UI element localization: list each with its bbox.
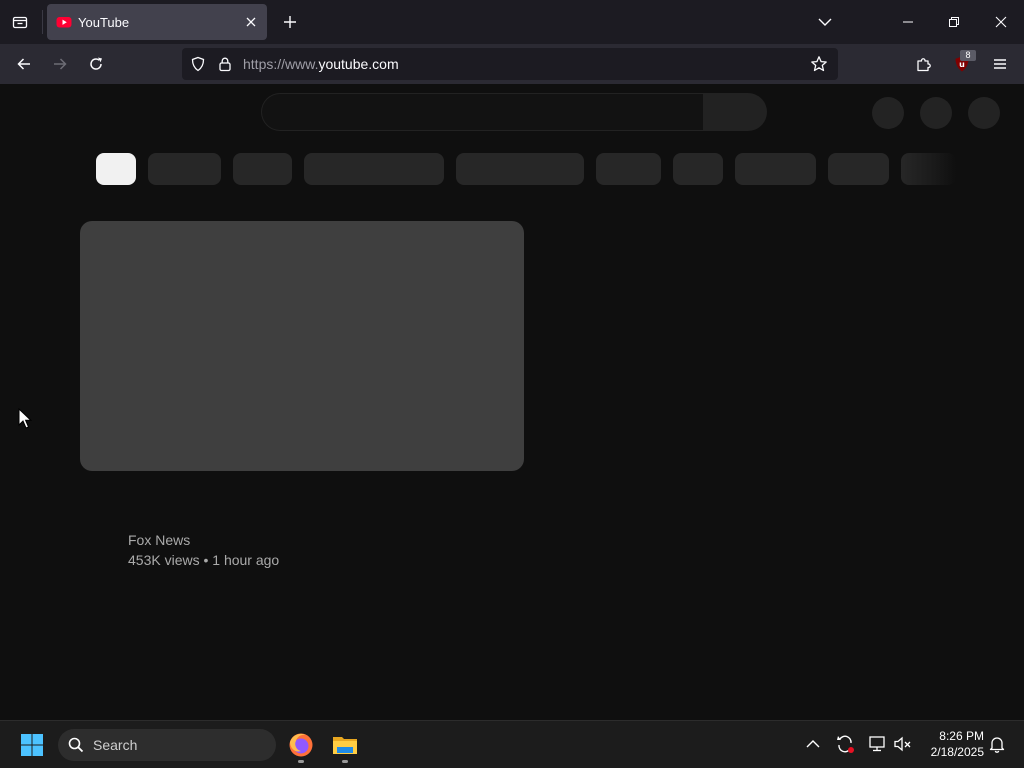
video-thumbnail[interactable] — [80, 221, 524, 471]
clock-time: 8:26 PM — [939, 729, 984, 743]
volume-muted-icon[interactable] — [892, 733, 914, 755]
navigation-toolbar: https://www.youtube.com u — [0, 44, 1024, 84]
url-text[interactable]: https://www.youtube.com — [243, 56, 399, 72]
close-icon[interactable] — [239, 10, 263, 34]
plus-icon[interactable] — [276, 8, 304, 36]
chip-skeleton[interactable] — [828, 153, 889, 185]
url-domain: youtube.com — [318, 56, 399, 72]
search-button-skeleton[interactable] — [703, 93, 767, 131]
arrow-left-icon[interactable] — [8, 48, 40, 80]
taskbar-search[interactable]: Search — [58, 729, 276, 761]
reload-icon[interactable] — [80, 48, 112, 80]
screen: YouTube https://www.youtube.com u 8 Fox … — [0, 0, 1024, 768]
taskbar: Search 8:26 PM 2/18/2025 — [0, 720, 1024, 768]
chip-skeleton-active[interactable] — [96, 153, 136, 185]
svg-text:u: u — [959, 60, 965, 69]
chip-skeleton[interactable] — [304, 153, 444, 185]
network-icon[interactable] — [866, 733, 888, 755]
hamburger-icon[interactable] — [984, 48, 1016, 80]
avatar-skeleton — [872, 97, 904, 129]
video-channel-name[interactable]: Fox News — [128, 532, 190, 548]
close-window-icon[interactable] — [978, 0, 1024, 44]
tab-bar: YouTube — [0, 0, 1024, 44]
chip-skeleton[interactable] — [456, 153, 584, 185]
video-stats: 453K views • 1 hour ago — [128, 552, 280, 568]
chevron-up-icon[interactable] — [802, 733, 824, 755]
chevron-down-icon[interactable] — [810, 8, 840, 36]
shield-icon[interactable] — [190, 56, 206, 72]
url-prefix: https://www. — [243, 56, 319, 72]
sync-icon[interactable] — [834, 733, 856, 755]
mouse-pointer-icon — [18, 407, 33, 430]
extension-badge: 8 — [960, 50, 976, 61]
page-content: Fox News 453K views • 1 hour ago — [0, 84, 1024, 720]
chip-bar — [96, 153, 956, 185]
taskbar-search-label: Search — [93, 737, 138, 753]
chip-skeleton[interactable] — [673, 153, 723, 185]
chip-skeleton[interactable] — [735, 153, 816, 185]
youtube-favicon-icon — [56, 14, 72, 30]
tab-title: YouTube — [78, 14, 130, 30]
minimize-icon[interactable] — [885, 0, 931, 44]
chip-skeleton[interactable] — [233, 153, 292, 185]
puzzle-icon[interactable] — [908, 48, 940, 80]
chip-skeleton[interactable] — [901, 153, 956, 185]
arrow-right-icon[interactable] — [44, 48, 76, 80]
url-bar[interactable]: https://www.youtube.com — [182, 48, 838, 80]
restore-icon[interactable] — [931, 0, 977, 44]
search-icon — [68, 737, 84, 753]
tab-separator — [42, 10, 43, 34]
star-icon[interactable] — [809, 54, 829, 74]
file-explorer-taskbar-icon[interactable] — [327, 727, 363, 763]
chip-skeleton[interactable] — [148, 153, 221, 185]
clock-date: 2/18/2025 — [930, 745, 984, 759]
system-clock[interactable]: 8:26 PM 2/18/2025 — [918, 728, 984, 760]
avatar-skeleton — [968, 97, 1000, 129]
running-indicator — [342, 760, 348, 763]
firefox-taskbar-icon[interactable] — [283, 727, 319, 763]
search-input-skeleton[interactable] — [261, 93, 703, 131]
lock-icon[interactable] — [217, 56, 233, 72]
windows-start-icon[interactable] — [16, 729, 48, 761]
running-indicator — [298, 760, 304, 763]
avatar-skeleton — [920, 97, 952, 129]
chip-skeleton[interactable] — [596, 153, 661, 185]
tab-youtube[interactable]: YouTube — [47, 4, 267, 40]
notification-bell-icon[interactable] — [986, 733, 1008, 755]
tab-list-icon[interactable] — [4, 6, 36, 38]
